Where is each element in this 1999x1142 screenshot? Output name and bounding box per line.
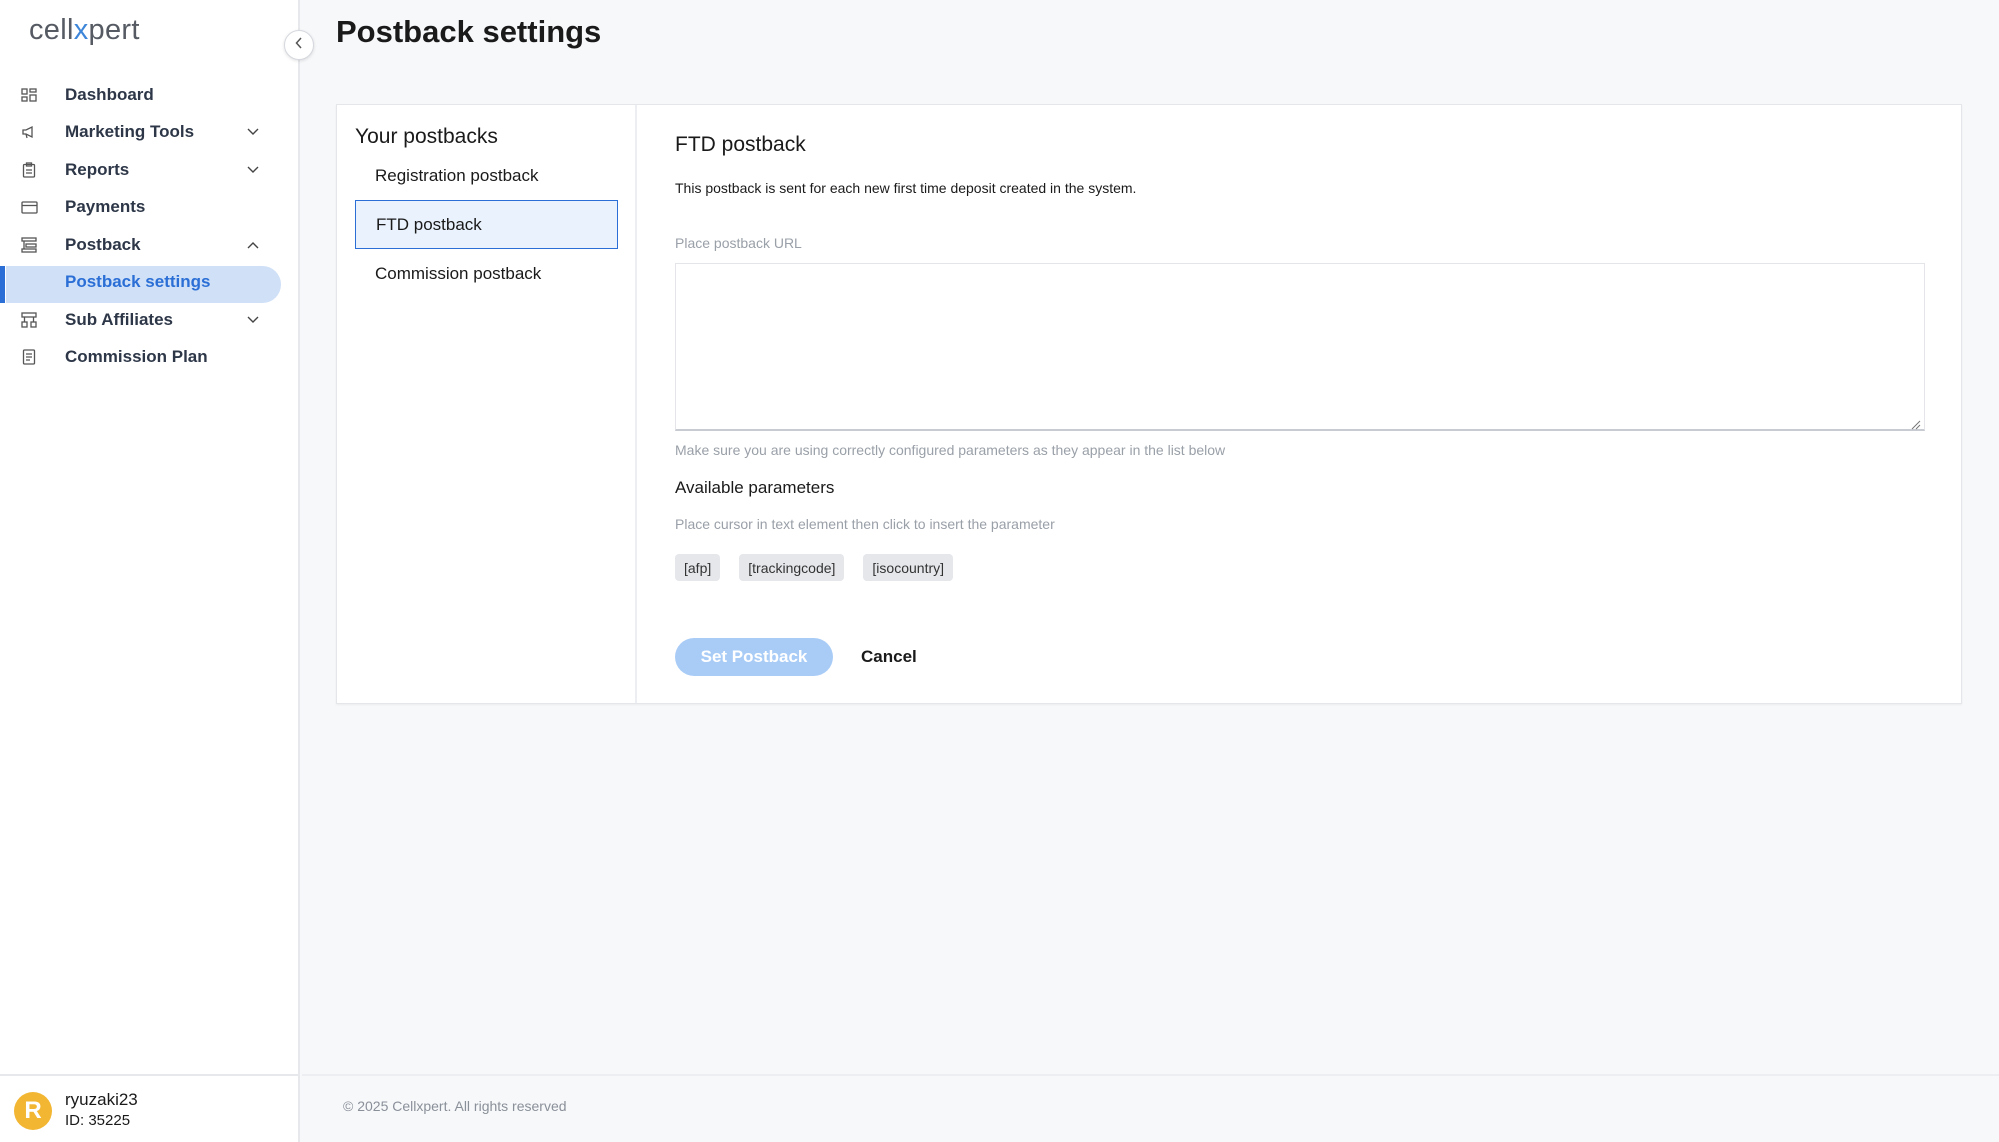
postback-url-input[interactable] [675,263,1925,431]
logo-text-x: x [73,14,89,46]
resize-grip-icon[interactable] [1911,417,1921,430]
logo-text-prefix: cell [29,14,74,46]
sidebar-item-label: Dashboard [65,84,154,104]
document-icon [20,348,38,366]
footer-copyright: © 2025 Cellxpert. All rights reserved [343,1098,567,1114]
postback-list-title: Your postbacks [355,125,498,148]
sidebar-nav: Dashboard Marketing Tools Reports Paymen… [0,76,300,376]
sidebar-item-postback-settings[interactable]: Postback settings [0,264,300,303]
params-hint: Place cursor in text element then click … [675,516,1055,532]
postback-detail: FTD postback This postback is sent for e… [675,105,1925,703]
postback-item-commission[interactable]: Commission postback [355,249,618,298]
sidebar-item-sub-affiliates[interactable]: Sub Affiliates [0,301,300,339]
postback-item-ftd[interactable]: FTD postback [355,200,618,249]
user-name: ryuzaki23 [65,1090,138,1109]
params-title: Available parameters [675,478,835,497]
clipboard-icon [20,161,38,179]
postback-icon [20,236,38,254]
sidebar-item-label: Sub Affiliates [65,309,173,329]
chevron-down-icon [246,313,260,327]
sidebar-item-label: Payments [65,197,146,217]
set-postback-button[interactable]: Set Postback [675,638,833,676]
footer: © 2025 Cellxpert. All rights reserved [302,1074,1999,1142]
url-label: Place postback URL [675,235,802,251]
postback-item-registration[interactable]: Registration postback [355,151,618,200]
param-chip-afp[interactable]: [afp] [675,554,721,581]
sidebar-item-dashboard[interactable]: Dashboard [0,76,300,114]
sidebar-item-commission-plan[interactable]: Commission Plan [0,339,300,377]
sidebar-item-payments[interactable]: Payments [0,189,300,227]
chevron-down-icon [246,125,260,139]
sidebar-item-label: Commission Plan [65,347,208,367]
sidebar-item-label: Postback [65,234,141,254]
collapse-sidebar-button[interactable] [284,30,314,60]
sidebar-item-label: Postback settings [65,272,211,292]
logo[interactable]: cellxpert [29,14,140,47]
megaphone-icon [20,123,38,141]
sidebar: cellxpert Dashboard Marketing Tools Repo… [0,0,300,1142]
param-chip-isocountry[interactable]: [isocountry] [863,554,954,581]
page-title: Postback settings [336,14,602,49]
active-indicator [0,265,5,303]
param-chips: [afp] [trackingcode] [isocountry] [675,554,954,581]
sidebar-item-reports[interactable]: Reports [0,151,300,189]
sub-affiliates-icon [20,311,38,329]
postback-list: Your postbacks Registration postback FTD… [337,105,637,703]
param-chip-trackingcode[interactable]: [trackingcode] [739,554,845,581]
url-hint: Make sure you are using correctly config… [675,442,1226,458]
credit-card-icon [20,198,38,216]
sidebar-item-label: Marketing Tools [65,122,195,142]
postback-item-label: Registration postback [375,165,539,185]
logo-text-suffix: pert [88,14,140,46]
detail-description: This postback is sent for each new first… [675,180,1137,196]
detail-title: FTD postback [675,133,806,156]
postback-item-label: Commission postback [375,263,542,283]
sidebar-item-postback[interactable]: Postback [0,226,300,264]
chevron-left-icon [295,36,303,54]
sidebar-item-label: Reports [65,159,130,179]
chevron-up-icon [246,238,260,252]
avatar: R [14,1092,52,1130]
cancel-button[interactable]: Cancel [861,638,917,676]
chevron-down-icon [246,163,260,177]
postback-card: Your postbacks Registration postback FTD… [336,104,1962,704]
dashboard-icon [20,86,38,104]
postback-item-label: FTD postback [376,214,482,234]
user-id: ID: 35225 [65,1112,131,1129]
sidebar-item-marketing-tools[interactable]: Marketing Tools [0,114,300,152]
user-profile[interactable]: R ryuzaki23 ID: 35225 [0,1074,300,1142]
